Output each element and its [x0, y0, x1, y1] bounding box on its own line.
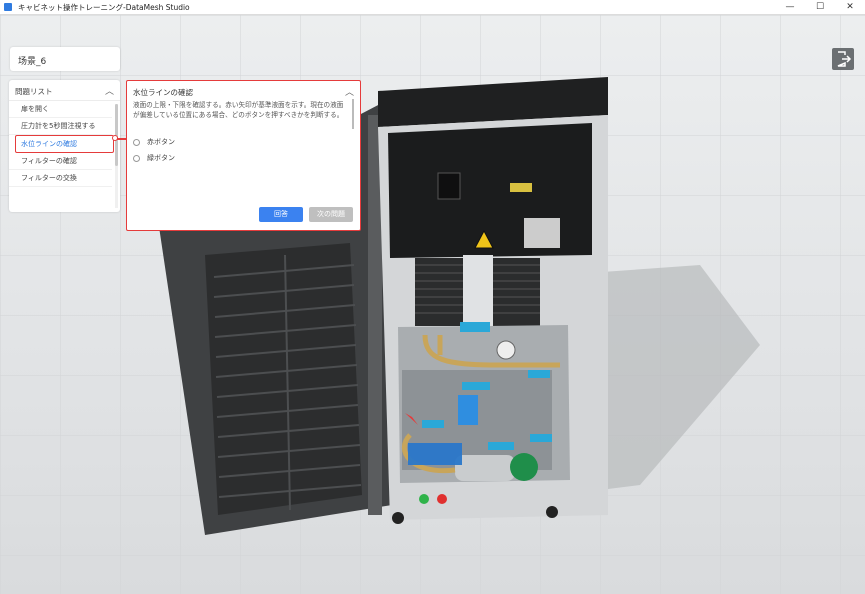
exit-button[interactable] — [832, 48, 854, 70]
option-green[interactable]: 緑ボタン — [133, 153, 175, 163]
door-vent-frame — [205, 243, 362, 515]
question-list-item[interactable]: フィルターの確認 — [9, 153, 112, 170]
upper-panel — [388, 123, 592, 258]
question-scrollbar[interactable] — [352, 99, 354, 129]
scene-info-card — [408, 443, 462, 465]
minimize-button[interactable]: — — [775, 0, 805, 14]
option-red-label: 赤ボタン — [147, 138, 175, 146]
list-scrollbar[interactable] — [115, 104, 118, 208]
question-list-item[interactable]: フィルターの交換 — [9, 170, 112, 187]
pump-head — [510, 453, 538, 481]
window-titlebar: キャビネット操作トレーニング-DataMesh Studio — ☐ ✕ — [0, 0, 865, 15]
question-list-header[interactable]: 問題リスト ︿ — [9, 80, 120, 101]
option-green-label: 緑ボタン — [147, 154, 175, 162]
radio-green[interactable] — [133, 154, 140, 162]
question-panel: 水位ラインの確認 ︿ 液面の上限・下限を確認する。赤い矢印が基準液面を示す。現在… — [126, 80, 361, 231]
question-list-item-active[interactable]: 水位ラインの確認 — [15, 135, 114, 153]
scene-name: 场景_6 — [18, 57, 47, 67]
question-list-panel: 問題リスト ︿ 扉を開く 圧力計を5秒間注視する 水位ラインの確認 フィルターの… — [9, 80, 120, 212]
green-button[interactable] — [419, 494, 429, 504]
question-body: 液面の上限・下限を確認する。赤い矢印が基準液面を示す。現在の液面が偏差している位… — [133, 101, 344, 119]
radiator-divider — [463, 255, 493, 327]
radio-red[interactable] — [133, 138, 140, 146]
option-red[interactable]: 赤ボタン — [133, 137, 175, 147]
next-question-button[interactable]: 次の問題 — [309, 207, 353, 222]
question-list-title: 問題リスト — [15, 87, 53, 96]
red-button[interactable] — [437, 494, 447, 504]
scene-tag — [528, 370, 550, 378]
app-icon — [4, 3, 12, 11]
chevron-up-icon[interactable]: ︿ — [105, 84, 114, 97]
exit-icon — [837, 51, 852, 67]
button-plate — [410, 485, 455, 515]
wheel — [546, 506, 558, 518]
panel-sticker — [510, 183, 532, 192]
panel-meter — [524, 218, 560, 248]
wheel — [392, 512, 404, 524]
question-title: 水位ラインの確認 — [133, 88, 193, 97]
chevron-up-icon[interactable]: ︿ — [345, 85, 354, 98]
pressure-gauge[interactable] — [496, 340, 516, 360]
highlight-connector-dot — [112, 135, 118, 141]
window-title: キャビネット操作トレーニング-DataMesh Studio — [18, 2, 190, 12]
question-list-item[interactable]: 扉を開く — [9, 101, 112, 118]
3d-viewport[interactable]: 场景_6 問題リスト ︿ 扉を開く 圧力計を5秒間注視する 水位ラインの確認 フ… — [0, 15, 865, 594]
scene-tag — [530, 434, 552, 442]
answer-button[interactable]: 回答 — [259, 207, 303, 222]
scene-tag — [422, 420, 444, 428]
question-list-item[interactable]: 圧力計を5秒間注視する — [9, 118, 112, 135]
scene-name-box: 场景_6 — [10, 47, 120, 71]
window-controls: — ☐ ✕ — [775, 0, 865, 14]
close-button[interactable]: ✕ — [835, 0, 865, 14]
scene-tag — [460, 322, 490, 332]
scene-tag — [462, 382, 490, 390]
filter[interactable] — [458, 395, 478, 425]
maximize-button[interactable]: ☐ — [805, 0, 835, 14]
panel-port — [437, 172, 461, 200]
pump-motor — [455, 455, 515, 481]
scene-tag — [488, 442, 514, 450]
